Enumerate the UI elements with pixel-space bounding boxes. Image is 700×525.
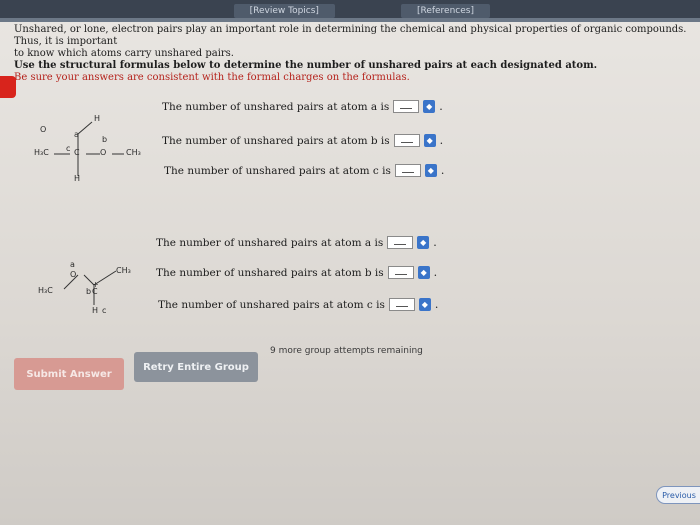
mol1-carbon: C: [74, 148, 80, 157]
empty-value-dash: [394, 244, 407, 245]
question-marker: [0, 76, 16, 98]
g2-answer-b-spinner-icon[interactable]: ◆: [417, 266, 430, 279]
empty-value-dash: [395, 306, 408, 307]
mol2-ch3: CH₃: [116, 266, 131, 275]
mol1-label-a: a: [74, 130, 79, 139]
g2-question-c-text: The number of unshared pairs at atom c i…: [158, 298, 385, 311]
period: .: [433, 266, 438, 279]
g1-question-b-text: The number of unshared pairs at atom b i…: [162, 134, 390, 147]
mol1-ch3: CH₃: [126, 148, 141, 157]
g1-question-a-text: The number of unshared pairs at atom a i…: [162, 100, 390, 113]
g1-question-c: The number of unshared pairs at atom c i…: [164, 164, 444, 177]
empty-value-dash: [401, 172, 414, 173]
submit-answer-button[interactable]: Submit Answer: [14, 358, 124, 390]
mol2-label-b: b: [86, 287, 92, 296]
mol1-h3c: H₃C: [34, 148, 49, 157]
intro-line-1: Unshared, or lone, electron pairs play a…: [14, 24, 687, 47]
g2-answer-c-input[interactable]: [388, 298, 415, 311]
g2-answer-c-spinner-icon[interactable]: ◆: [418, 298, 431, 311]
toolbar-divider: [0, 18, 700, 22]
intro-line-4: Be sure your answers are consistent with…: [14, 72, 410, 83]
g2-answer-a-spinner-icon[interactable]: ◆: [417, 236, 430, 249]
g2-question-a-text: The number of unshared pairs at atom a i…: [156, 236, 384, 249]
mol1-oxygen: O: [100, 148, 107, 157]
mol1-label-b: b: [102, 135, 108, 144]
g2-question-b-text: The number of unshared pairs at atom b i…: [156, 266, 384, 279]
period: .: [434, 298, 439, 311]
empty-value-dash: [394, 274, 407, 275]
g1-question-b: The number of unshared pairs at atom b i…: [162, 134, 443, 147]
review-topics-link[interactable]: [Review Topics]: [233, 4, 335, 18]
top-toolbar: [Review Topics] [References]: [0, 0, 700, 22]
g1-answer-c-input[interactable]: [394, 164, 421, 177]
instructions: Unshared, or lone, electron pairs play a…: [14, 24, 694, 84]
mol1-label-c: c: [66, 144, 71, 153]
period: .: [439, 134, 444, 147]
mol2-label-c: c: [102, 306, 107, 315]
g1-answer-a-spinner-icon[interactable]: ◆: [423, 100, 436, 113]
g2-question-b: The number of unshared pairs at atom b i…: [156, 266, 437, 279]
g2-question-a: The number of unshared pairs at atom a i…: [156, 236, 437, 249]
period: .: [433, 236, 437, 249]
mol1-h-bottom: H: [74, 174, 81, 183]
g2-question-c: The number of unshared pairs at atom c i…: [158, 298, 438, 311]
empty-value-dash: [400, 108, 413, 109]
g1-question-c-text: The number of unshared pairs at atom c i…: [164, 164, 391, 177]
g2-answer-b-input[interactable]: [387, 266, 414, 279]
retry-entire-group-button[interactable]: Retry Entire Group: [134, 352, 258, 382]
mol2-h: H: [92, 306, 99, 315]
previous-button[interactable]: Previous: [656, 486, 700, 504]
g1-answer-a-input[interactable]: [393, 100, 420, 113]
intro-line-3: Use the structural formulas below to det…: [14, 60, 598, 71]
references-link[interactable]: [References]: [400, 4, 490, 18]
mol2-oxygen: O: [70, 270, 77, 279]
g2-answer-a-input[interactable]: [387, 236, 414, 249]
mol1-h-top: H: [94, 114, 101, 123]
mol2-label-a: a: [70, 260, 75, 269]
period: .: [440, 164, 445, 177]
intro-line-2: to know which atoms carry unshared pairs…: [14, 48, 234, 59]
mol1-oxygen-top: O: [40, 125, 47, 134]
mol2-carbon: C: [92, 287, 98, 296]
g1-question-a: The number of unshared pairs at atom a i…: [162, 100, 443, 113]
period: .: [439, 100, 443, 113]
g1-answer-b-spinner-icon[interactable]: ◆: [423, 134, 436, 147]
g1-answer-b-input[interactable]: [393, 134, 420, 147]
attempts-remaining: 9 more group attempts remaining: [270, 346, 423, 356]
g1-answer-c-spinner-icon[interactable]: ◆: [424, 164, 437, 177]
empty-value-dash: [400, 142, 413, 143]
mol2-h3c: H₃C: [38, 286, 53, 295]
